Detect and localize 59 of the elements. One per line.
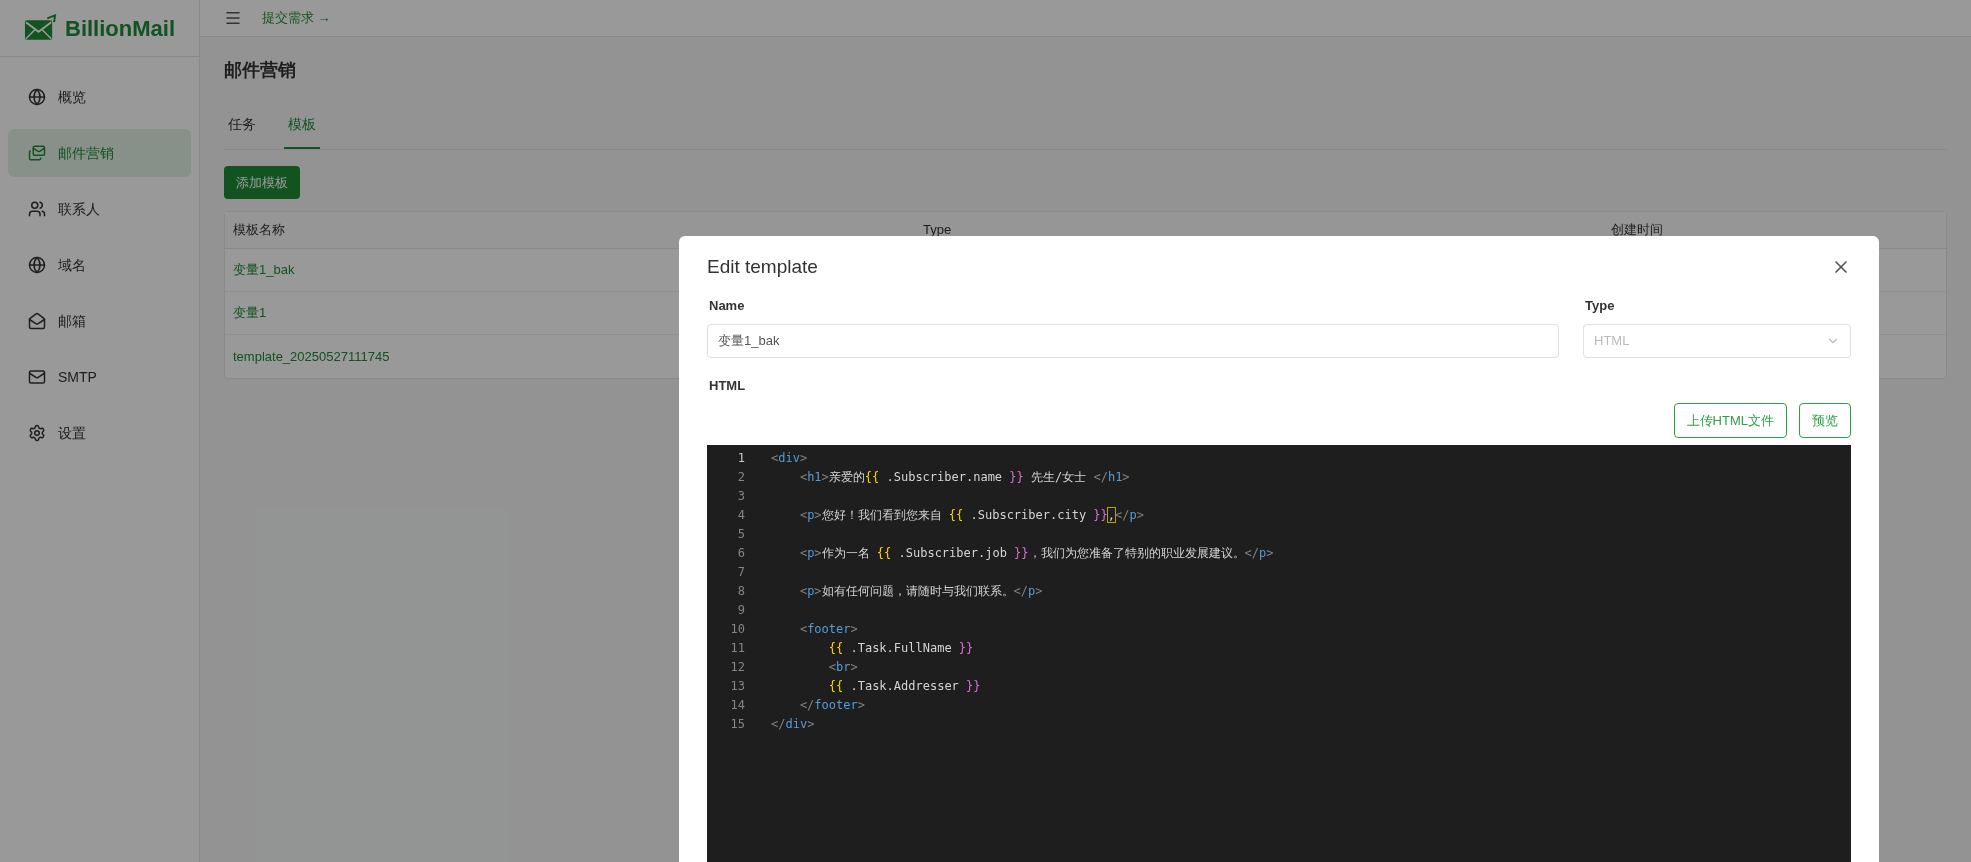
line-number: 6 xyxy=(736,544,745,562)
type-select[interactable]: HTML xyxy=(1583,323,1851,358)
settings-icon xyxy=(28,424,46,442)
sidebar-item[interactable]: 邮箱 xyxy=(8,297,191,345)
code-line: </div> xyxy=(771,715,815,733)
tab[interactable]: 模板 xyxy=(284,114,320,149)
code-line: </footer> xyxy=(798,696,865,714)
globe-icon xyxy=(28,88,46,106)
dialog-title: Edit template xyxy=(707,254,818,279)
type-label: Type xyxy=(1584,297,1616,315)
sidebar-item[interactable]: 概览 xyxy=(8,73,191,121)
code-line: <div> xyxy=(771,449,808,467)
submit-request-link[interactable]: 提交需求 → xyxy=(262,8,331,28)
line-number: 13 xyxy=(729,677,745,695)
sidebar-item[interactable]: 设置 xyxy=(8,409,191,457)
sidebar-item[interactable]: 邮件营销 xyxy=(8,129,191,177)
menu-icon[interactable] xyxy=(224,9,242,27)
sidebar-item[interactable]: 联系人 xyxy=(8,185,191,233)
line-number: 4 xyxy=(736,506,745,524)
code-line: <p>如有任何问题，请随时与我们联系。</p> xyxy=(798,582,1043,600)
line-number: 11 xyxy=(729,639,745,657)
column-header: Type xyxy=(923,221,953,240)
open-envelope-icon xyxy=(28,312,46,330)
line-number: 1 xyxy=(736,449,745,467)
code-line: <br> xyxy=(827,658,858,676)
line-number: 5 xyxy=(736,525,745,543)
column-header: 模板名称 xyxy=(233,221,286,240)
globe-icon xyxy=(28,256,46,274)
envelope-icon xyxy=(28,368,46,386)
line-number: 3 xyxy=(736,487,745,505)
line-number: 12 xyxy=(729,658,745,676)
line-number: 2 xyxy=(736,468,745,486)
code-line: <p>作为一名 {{ .Subscriber.job }}，我们为您准备了特别的职业发展建议。</p> xyxy=(798,544,1274,562)
brand-name: BillionMail xyxy=(65,14,175,43)
logo-icon xyxy=(24,14,57,42)
line-number: 9 xyxy=(736,601,745,619)
line-number: 10 xyxy=(729,620,745,638)
envelope-icon xyxy=(28,144,46,162)
upload-html-button[interactable]: 上传HTML文件 xyxy=(1673,403,1787,438)
sidebar-item[interactable]: 域名 xyxy=(8,241,191,289)
preview-button[interactable]: 预览 xyxy=(1799,403,1851,438)
code-line: <h1>亲爱的{{ .Subscriber.name }} 先生/女士 </h1> xyxy=(798,468,1130,486)
line-number: 14 xyxy=(729,696,745,714)
name-input[interactable]: 变量1_bak xyxy=(707,323,1559,358)
sidebar-item[interactable]: SMTP xyxy=(8,353,191,401)
html-label: HTML xyxy=(708,376,747,395)
code-line: {{ .Task.Addresser }} xyxy=(827,677,981,695)
code-line: <footer> xyxy=(798,620,858,638)
page-title: 邮件营销 xyxy=(224,59,297,82)
line-number: 8 xyxy=(736,582,745,600)
line-number: 7 xyxy=(736,563,745,581)
code-line: {{ .Task.FullName }} xyxy=(827,639,974,657)
tab[interactable]: 任务 xyxy=(224,114,260,149)
add-template-button[interactable]: 添加模板 xyxy=(224,166,300,199)
line-number: 15 xyxy=(729,715,745,733)
name-label: Name xyxy=(708,297,746,315)
code-line: <p>您好！我们看到您来自 {{ .Subscriber.city }},</p> xyxy=(798,506,1144,524)
users-icon xyxy=(28,200,46,218)
column-header: 创建时间 xyxy=(1611,221,1664,240)
